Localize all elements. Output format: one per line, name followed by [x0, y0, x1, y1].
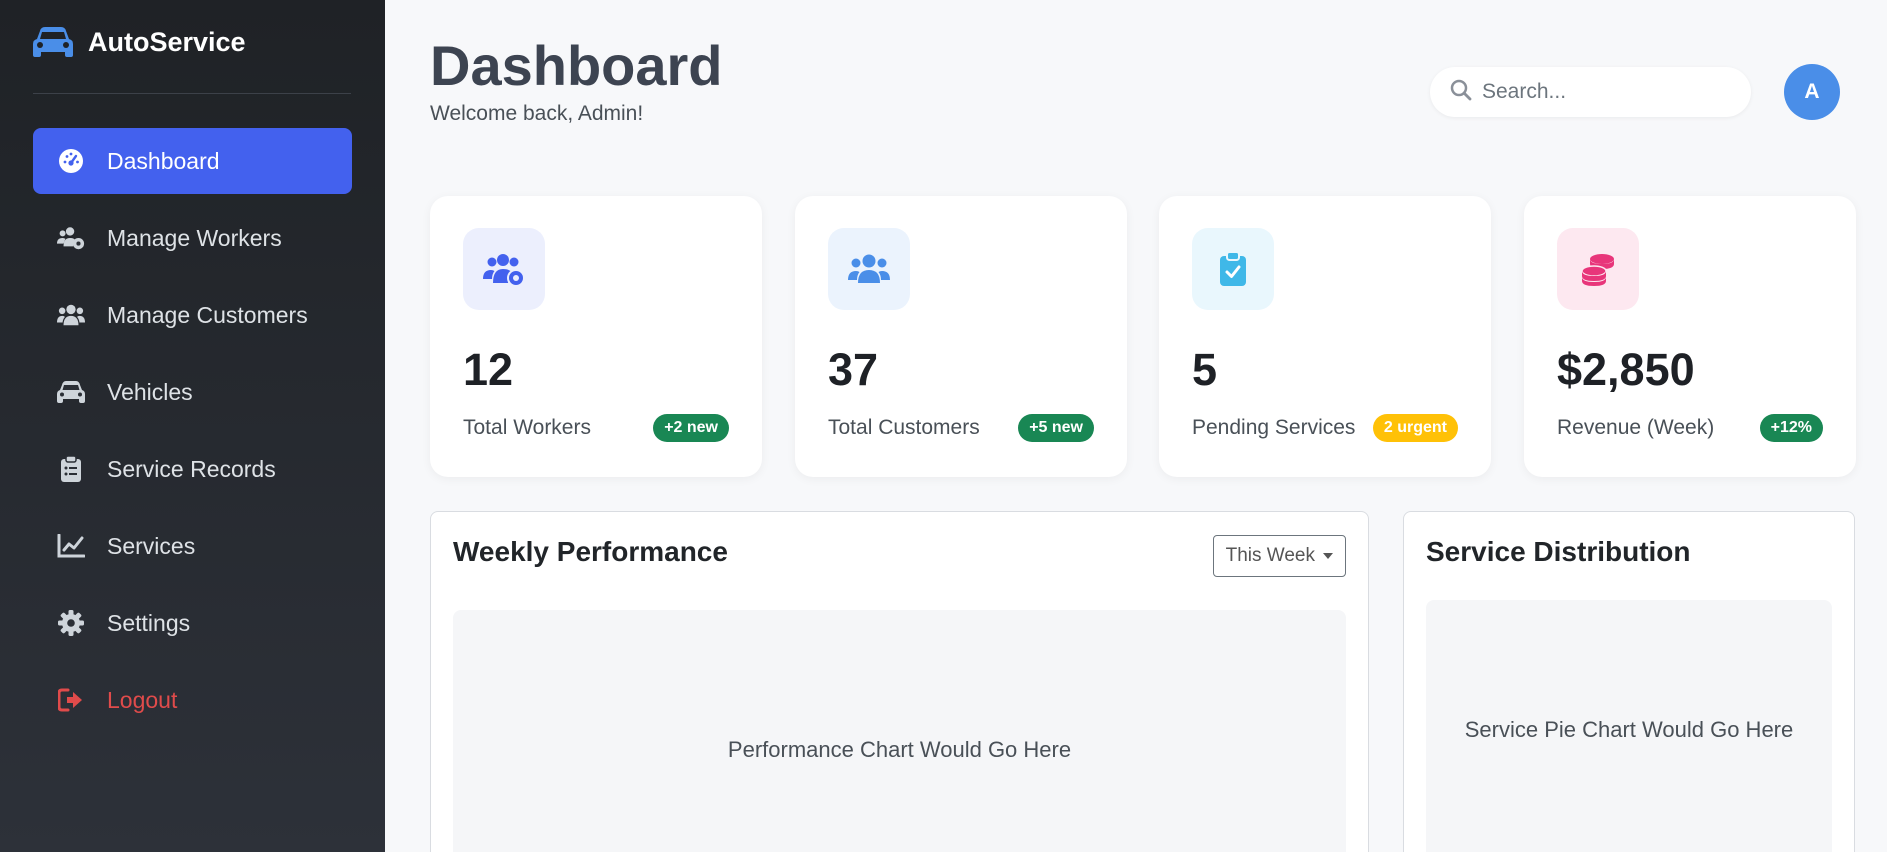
avatar[interactable]: A [1784, 64, 1840, 120]
sidebar-item-label: Manage Customers [107, 301, 308, 328]
page-subtitle: Welcome back, Admin! [430, 102, 644, 125]
stat-value: 12 [463, 344, 514, 395]
sidebar-item-services[interactable]: Services [33, 513, 352, 579]
stat-label: Pending Services [1192, 416, 1356, 439]
sidebar-item-manage-customers[interactable]: Manage Customers [33, 282, 352, 348]
panel-title: Service Distribution [1426, 536, 1691, 567]
page-title: Dashboard [430, 34, 723, 97]
stat-value: 37 [828, 344, 879, 395]
status-badge: +5 new [1018, 414, 1094, 442]
car-logo-icon [32, 24, 74, 60]
gauge-icon [57, 147, 85, 175]
stat-card-customers: 37 Total Customers +5 new [795, 196, 1127, 477]
line-chart-icon [57, 532, 85, 560]
panel-title: Weekly Performance [453, 536, 728, 567]
status-badge: +12% [1759, 414, 1823, 442]
period-select[interactable]: This Week [1212, 535, 1346, 577]
stat-label: Total Customers [828, 416, 980, 439]
sidebar-item-settings[interactable]: Settings [33, 590, 352, 656]
car-icon [57, 378, 85, 406]
stat-card-workers: 12 Total Workers +2 new [430, 196, 762, 477]
sidebar-item-label: Settings [107, 609, 191, 636]
sidebar: AutoService Dashboard Manage Workers Man… [0, 0, 385, 852]
coins-icon [1557, 228, 1639, 310]
chart-placeholder-text: Performance Chart Would Go Here [727, 737, 1072, 762]
status-badge: +2 new [653, 414, 729, 442]
caret-down-icon [1323, 553, 1333, 559]
brand[interactable]: AutoService [32, 22, 246, 62]
brand-divider [33, 93, 351, 94]
sidebar-item-label: Logout [107, 686, 178, 713]
search-icon [1450, 79, 1472, 106]
sidebar-item-label: Vehicles [107, 378, 193, 405]
performance-chart-placeholder: Performance Chart Would Go Here [453, 610, 1346, 852]
users-icon [57, 301, 85, 329]
stat-label: Total Workers [463, 416, 591, 439]
logout-icon [57, 686, 85, 714]
gear-icon [57, 609, 85, 637]
sidebar-nav: Dashboard Manage Workers Manage Customer… [33, 128, 352, 744]
stat-label: Revenue (Week) [1557, 416, 1715, 439]
clipboard-list-icon [57, 455, 85, 483]
search-input[interactable] [1482, 80, 1732, 104]
sidebar-item-dashboard[interactable]: Dashboard [33, 128, 352, 194]
sidebar-item-manage-workers[interactable]: Manage Workers [33, 205, 352, 271]
sidebar-item-vehicles[interactable]: Vehicles [33, 359, 352, 425]
users-gear-icon [57, 224, 85, 252]
chart-placeholder-text: Service Pie Chart Would Go Here [1464, 717, 1794, 742]
status-badge: 2 urgent [1372, 414, 1458, 442]
users-gear-icon [463, 228, 545, 310]
search-box[interactable] [1430, 67, 1751, 117]
sidebar-item-label: Service Records [107, 455, 276, 482]
stat-value: 5 [1192, 344, 1218, 395]
period-select-value: This Week [1225, 545, 1315, 566]
service-distribution-panel: Service Distribution Service Pie Chart W… [1403, 511, 1855, 852]
weekly-performance-panel: Weekly Performance This Week Performance… [430, 511, 1369, 852]
clipboard-check-icon [1192, 228, 1274, 310]
service-pie-chart-placeholder: Service Pie Chart Would Go Here [1426, 600, 1832, 852]
sidebar-item-logout[interactable]: Logout [33, 667, 352, 733]
stat-card-revenue: $2,850 Revenue (Week) +12% [1524, 196, 1856, 477]
sidebar-item-label: Services [107, 532, 196, 559]
sidebar-item-label: Dashboard [107, 147, 220, 174]
brand-name: AutoService [88, 26, 246, 57]
stat-card-pending: 5 Pending Services 2 urgent [1159, 196, 1491, 477]
sidebar-item-label: Manage Workers [107, 224, 282, 251]
stat-value: $2,850 [1557, 344, 1695, 395]
sidebar-item-service-records[interactable]: Service Records [33, 436, 352, 502]
users-icon [828, 228, 910, 310]
